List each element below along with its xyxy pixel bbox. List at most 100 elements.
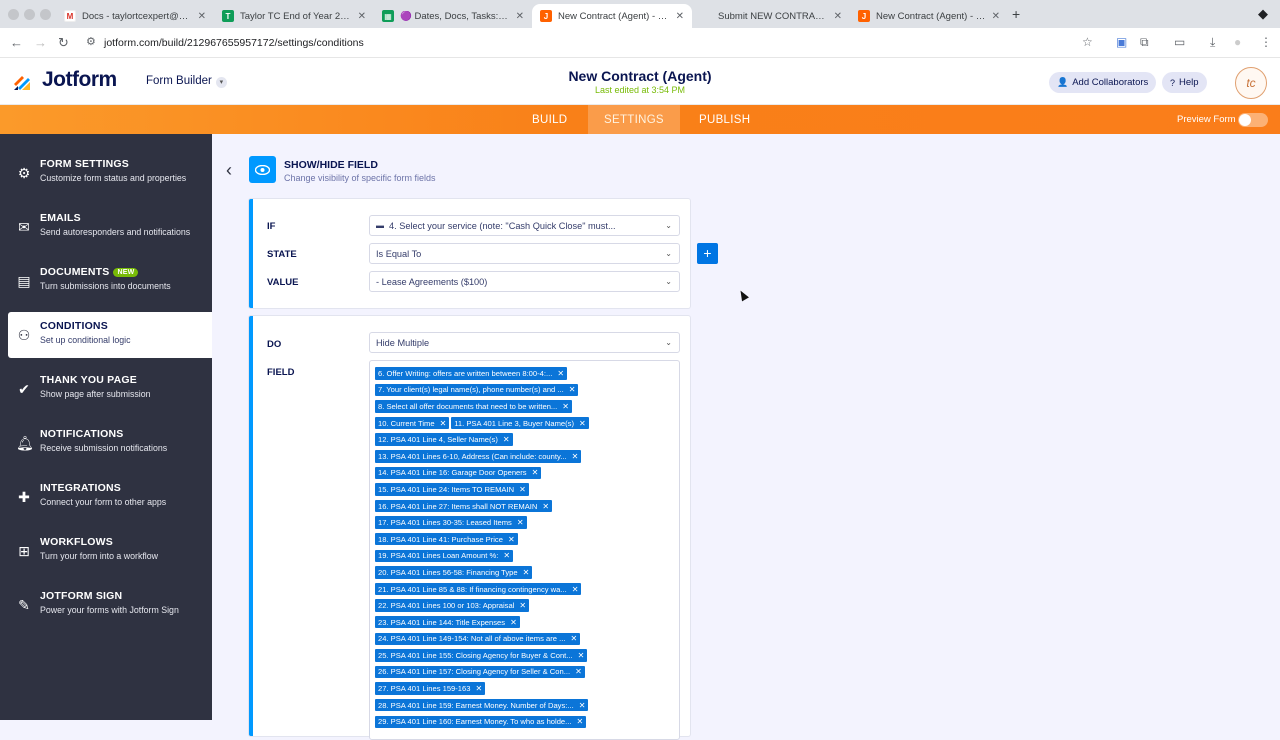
- close-icon[interactable]: ✕: [834, 11, 842, 22]
- field-tag[interactable]: 25. PSA 401 Line 155: Closing Agency for…: [375, 649, 588, 662]
- back-arrow-icon[interactable]: ←: [10, 35, 23, 50]
- reload-icon[interactable]: ↻: [58, 35, 69, 51]
- url-field[interactable]: jotform.com/build/212967655957172/settin…: [104, 37, 364, 49]
- download-icon[interactable]: ⤓: [1210, 35, 1215, 50]
- do-action-select[interactable]: Hide Multiple ⌄: [369, 332, 680, 353]
- field-tag[interactable]: 15. PSA 401 Line 24: Items TO REMAIN ✕: [375, 483, 529, 496]
- field-tag[interactable]: 20. PSA 401 Lines 56-58: Financing Type ✕: [375, 566, 533, 579]
- close-icon[interactable]: ✕: [516, 11, 524, 22]
- field-tag[interactable]: 13. PSA 401 Lines 6-10, Address (Can inc…: [375, 450, 582, 463]
- field-tag[interactable]: 23. PSA 401 Line 144: Title Expenses ✕: [375, 615, 520, 629]
- dropdown-field-icon: ▬: [376, 221, 384, 230]
- sidebar-item-workflows[interactable]: ⊞ WORKFLOWS Turn your form into a workfl…: [0, 528, 212, 574]
- field-tag[interactable]: 21. PSA 401 Line 85 & 88: If financing c…: [375, 582, 582, 596]
- sidebar-item-form-settings[interactable]: ⚙ FORM SETTINGS Customize form status an…: [0, 150, 212, 196]
- field-tag[interactable]: 28. PSA 401 Line 159: Earnest Money. Num…: [375, 698, 589, 712]
- field-tag[interactable]: 10. Current Time ✕: [375, 416, 450, 430]
- field-tag-row: 16. PSA 401 Line 27: Items shall NOT REM…: [375, 498, 675, 515]
- field-tag[interactable]: 18. PSA 401 Line 41: Purchase Price ✕: [375, 532, 518, 546]
- remove-tag-icon[interactable]: ✕: [440, 419, 447, 428]
- sidebar-item-emails[interactable]: ✉ EMAILS Send autoresponders and notific…: [0, 204, 212, 250]
- remove-tag-icon[interactable]: ✕: [562, 402, 569, 411]
- new-tab-icon[interactable]: +: [1012, 6, 1020, 22]
- tab-menu-icon[interactable]: ◆: [1258, 6, 1268, 22]
- remove-tag-icon[interactable]: ✕: [557, 369, 564, 378]
- cast-icon[interactable]: ▭: [1174, 35, 1185, 49]
- remove-tag-icon[interactable]: ✕: [503, 435, 510, 444]
- bookmark-star-icon[interactable]: ☆: [1082, 35, 1093, 49]
- remove-tag-icon[interactable]: ✕: [475, 684, 482, 693]
- extension-icon[interactable]: ▣: [1116, 35, 1127, 49]
- profile-icon[interactable]: ●: [1234, 35, 1241, 49]
- browser-tab[interactable]: Submit NEW CONTRACT | Tay ✕: [692, 4, 850, 28]
- remove-tag-icon[interactable]: ✕: [577, 717, 584, 726]
- remove-tag-icon[interactable]: ✕: [503, 551, 510, 560]
- field-tag[interactable]: 14. PSA 401 Line 16: Garage Door Openers…: [375, 466, 542, 480]
- field-tag[interactable]: 29. PSA 401 Line 160: Earnest Money. To …: [375, 715, 587, 729]
- browser-tab[interactable]: M Docs - taylortcexpert@gmail... ✕: [56, 4, 214, 28]
- window-minimize-dot[interactable]: [24, 9, 35, 20]
- remove-tag-icon[interactable]: ✕: [579, 701, 586, 710]
- field-tag[interactable]: 6. Offer Writing: offers are written bet…: [375, 367, 568, 380]
- sidebar-item-documents[interactable]: ▤ DOCUMENTS NEW Turn submissions into doc…: [0, 258, 212, 304]
- remove-tag-icon[interactable]: ✕: [517, 518, 524, 527]
- back-chevron-icon[interactable]: ‹: [226, 160, 232, 181]
- tab-build[interactable]: BUILD: [516, 105, 583, 134]
- window-close-dot[interactable]: [8, 9, 19, 20]
- remove-tag-icon[interactable]: ✕: [519, 601, 526, 610]
- browser-tab[interactable]: ▦ 🟣 Dates, Docs, Tasks: Dates ✕: [374, 4, 532, 28]
- site-info-icon[interactable]: ⚙: [86, 35, 96, 48]
- remove-tag-icon[interactable]: ✕: [575, 667, 582, 676]
- avatar[interactable]: tc: [1235, 67, 1267, 99]
- window-zoom-dot[interactable]: [40, 9, 51, 20]
- remove-tag-icon[interactable]: ✕: [579, 419, 586, 428]
- field-tag[interactable]: 19. PSA 401 Lines Loan Amount %: ✕: [375, 549, 514, 563]
- remove-tag-icon[interactable]: ✕: [508, 535, 515, 544]
- remove-tag-icon[interactable]: ✕: [542, 502, 549, 511]
- field-tag[interactable]: 12. PSA 401 Line 4, Seller Name(s) ✕: [375, 433, 513, 446]
- field-tag[interactable]: 8. Select all offer documents that need …: [375, 400, 572, 413]
- field-tag[interactable]: 22. PSA 401 Lines 100 or 103: Appraisal ✕: [375, 599, 530, 612]
- sidebar-item-thank-you-page[interactable]: ✔ THANK YOU PAGE Show page after submiss…: [0, 366, 212, 412]
- remove-tag-icon[interactable]: ✕: [510, 618, 517, 627]
- field-tag[interactable]: 27. PSA 401 Lines 159-163 ✕: [375, 682, 486, 695]
- help-button[interactable]: ? Help: [1162, 72, 1207, 93]
- browser-tab-active[interactable]: J New Contract (Agent) - Jotfo ✕: [532, 4, 692, 28]
- sidebar-item-jotform-sign[interactable]: ✎ JOTFORM SIGN Power your forms with Jot…: [0, 582, 212, 628]
- field-tag[interactable]: 24. PSA 401 Line 149-154: Not all of abo…: [375, 632, 581, 646]
- remove-tag-icon[interactable]: ✕: [572, 452, 579, 461]
- browser-tab[interactable]: T Taylor TC End of Year 2025 - ✕: [214, 4, 374, 28]
- sidebar-item-integrations[interactable]: ✚ INTEGRATIONS Connect your form to othe…: [0, 474, 212, 520]
- add-collaborators-button[interactable]: 👤 Add Collaborators: [1049, 72, 1157, 93]
- remove-tag-icon[interactable]: ✕: [569, 385, 576, 394]
- sidebar-item-notifications[interactable]: 🔔︎ NOTIFICATIONS Receive submission noti…: [0, 420, 212, 466]
- close-icon[interactable]: ✕: [676, 11, 684, 22]
- field-tag[interactable]: 26. PSA 401 Line 157: Closing Agency for…: [375, 665, 585, 679]
- close-icon[interactable]: ✕: [992, 11, 1000, 22]
- close-icon[interactable]: ✕: [358, 11, 366, 22]
- remove-tag-icon[interactable]: ✕: [578, 651, 585, 660]
- if-field-select[interactable]: ▬ 4. Select your service (note: "Cash Qu…: [369, 215, 680, 236]
- sidebar-item-conditions[interactable]: ⚇ CONDITIONS Set up conditional logic: [8, 312, 212, 358]
- close-icon[interactable]: ✕: [198, 11, 206, 22]
- add-condition-button[interactable]: +: [697, 243, 718, 264]
- field-tag[interactable]: 16. PSA 401 Line 27: Items shall NOT REM…: [375, 499, 553, 513]
- field-multiselect[interactable]: 6. Offer Writing: offers are written bet…: [369, 360, 680, 740]
- remove-tag-icon[interactable]: ✕: [570, 634, 577, 643]
- remove-tag-icon[interactable]: ✕: [523, 568, 530, 577]
- tab-publish[interactable]: PUBLISH: [683, 105, 766, 134]
- field-tag[interactable]: 17. PSA 401 Lines 30-35: Leased Items ✕: [375, 516, 527, 529]
- browser-tab[interactable]: J New Contract (Agent) - Jotfo ✕: [850, 4, 1008, 28]
- field-tag[interactable]: 11. PSA 401 Line 3, Buyer Name(s) ✕: [451, 416, 589, 430]
- forward-arrow-icon[interactable]: →: [34, 35, 47, 50]
- remove-tag-icon[interactable]: ✕: [519, 485, 526, 494]
- preview-form-toggle[interactable]: [1238, 113, 1268, 127]
- remove-tag-icon[interactable]: ✕: [532, 468, 539, 477]
- tab-settings[interactable]: SETTINGS: [588, 105, 680, 134]
- state-select[interactable]: Is Equal To ⌄: [369, 243, 680, 264]
- browser-menu-icon[interactable]: ⋮: [1260, 35, 1272, 49]
- field-tag[interactable]: 7. Your client(s) legal name(s), phone n…: [375, 383, 579, 397]
- remove-tag-icon[interactable]: ✕: [572, 585, 579, 594]
- value-select[interactable]: - Lease Agreements ($100) ⌄: [369, 271, 680, 292]
- extensions-puzzle-icon[interactable]: ⧉: [1140, 35, 1149, 50]
